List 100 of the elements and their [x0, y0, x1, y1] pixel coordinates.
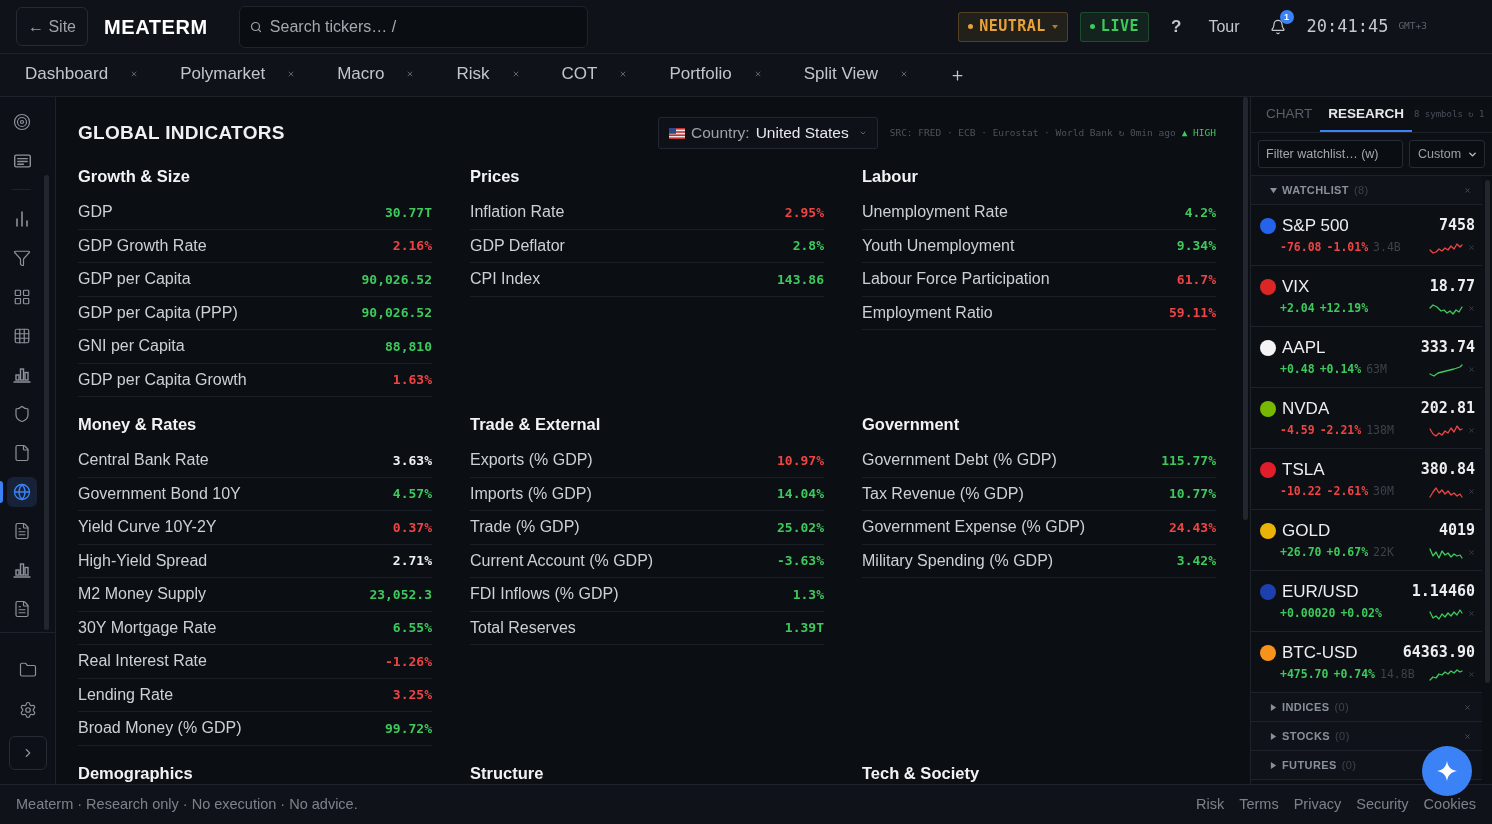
indicator-value: 4.2% [1184, 203, 1216, 222]
search-field[interactable]: Search tickers… / [238, 5, 588, 48]
footer-link[interactable]: Cookies [1423, 797, 1476, 812]
close-icon[interactable] [1468, 305, 1475, 312]
section-heading: Demographics [78, 763, 194, 783]
indicator-value: 25.02% [777, 518, 824, 537]
symbol-name[interactable]: GOLD [1282, 517, 1331, 544]
indicator-value: 0.37% [392, 518, 432, 537]
tab[interactable]: Split View [781, 54, 929, 96]
indicator-value: 4.57% [392, 485, 432, 503]
close-icon[interactable] [1468, 671, 1475, 678]
clock-time: 20:41:45 [1306, 14, 1389, 38]
quality-indicator: ▲ HIGH [1181, 125, 1216, 140]
indicator-label: Tax Revenue (% GDP) [862, 483, 1024, 504]
search-icon [249, 20, 262, 33]
symbol-name[interactable]: NVDA [1282, 395, 1330, 422]
bell-icon [1270, 18, 1286, 35]
country-select[interactable]: Country: United States [658, 117, 878, 149]
scrollbar-thumb[interactable] [1242, 97, 1248, 520]
scrollbar-thumb[interactable] [1484, 180, 1490, 683]
indicator-value: 10.77% [1169, 485, 1216, 503]
close-icon[interactable] [287, 70, 296, 78]
close-icon[interactable] [1464, 732, 1471, 740]
change-value: +26.70 [1280, 543, 1322, 561]
close-icon[interactable] [753, 70, 762, 78]
price-value: 202.81 [1420, 398, 1475, 420]
panel-tab[interactable]: RESEARCH [1320, 97, 1413, 132]
indicator-label: GDP Deflator [470, 235, 565, 256]
tour-button[interactable]: Tour [1208, 14, 1240, 39]
indicator-value: 88,810 [385, 337, 432, 356]
symbol-name[interactable]: AAPL [1282, 334, 1326, 361]
filter-field[interactable]: Filter watchlist… (w) [1258, 140, 1403, 168]
indicator-label: Youth Unemployment [862, 235, 1015, 256]
close-icon[interactable] [1468, 244, 1475, 251]
close-icon[interactable] [619, 70, 628, 78]
status-dropdown[interactable]: NEUTRAL [958, 11, 1068, 42]
symbol-name[interactable]: TSLA [1282, 456, 1325, 483]
close-icon[interactable] [1468, 610, 1475, 617]
tab[interactable]: COT [539, 54, 648, 96]
indicator-value: 3.42% [1176, 552, 1216, 570]
close-icon[interactable] [1468, 427, 1475, 434]
nav-button[interactable] [7, 476, 37, 507]
help-button[interactable]: ? [1171, 13, 1182, 40]
indicator-label: Yield Curve 10Y-2Y [78, 517, 217, 538]
symbol-name[interactable]: EUR/USD [1282, 578, 1359, 605]
section-heading: Trade & External [470, 415, 602, 434]
indicator-label: GDP [78, 202, 113, 223]
tab[interactable]: Macro [315, 54, 435, 96]
section-heading: Money & Rates [78, 415, 198, 434]
close-icon[interactable] [1468, 549, 1475, 556]
change-value: -4.59 [1280, 421, 1315, 439]
indicator-value: 115.77% [1161, 451, 1216, 470]
symbol-name[interactable]: S&P 500 [1282, 212, 1349, 239]
document-icon [13, 521, 31, 540]
indicator-label: 30Y Mortgage Rate [78, 617, 217, 638]
section-heading: Labour [862, 167, 919, 186]
tab[interactable]: Risk [434, 54, 540, 96]
sparkline [1429, 362, 1463, 377]
close-icon[interactable] [511, 70, 520, 78]
price-value: 64363.90 [1402, 642, 1475, 664]
indicator-label: High-Yield Spread [78, 550, 208, 571]
footer-link[interactable]: Terms [1239, 797, 1279, 812]
column-chart-icon [13, 561, 31, 578]
close-icon[interactable] [1468, 366, 1475, 373]
change-percent: +0.02% [1340, 604, 1382, 622]
indicator-label: CPI Index [470, 269, 541, 290]
indicator-label: Military Spending (% GDP) [862, 550, 1054, 571]
symbol-name[interactable]: BTC-USD [1282, 639, 1358, 666]
tab[interactable]: Portfolio [647, 54, 782, 96]
data-sources: SRC: FRED · ECB · Eurostat · World Bank ↻ 0min ago [889, 125, 1176, 140]
indicator-value: 24.43% [1169, 518, 1216, 537]
close-icon[interactable] [1468, 488, 1475, 495]
close-icon[interactable] [900, 70, 909, 78]
indicator-value: 9.34% [1176, 237, 1216, 255]
close-icon[interactable] [1464, 703, 1471, 711]
change-value: +0.48 [1280, 360, 1315, 378]
tab[interactable]: Dashboard [3, 54, 159, 96]
scrollbar-thumb[interactable] [44, 175, 50, 630]
list-select[interactable]: Custom [1409, 140, 1485, 168]
change-percent: +12.19% [1319, 299, 1369, 317]
column-chart-icon [13, 366, 31, 383]
shield-icon [13, 404, 31, 423]
footer-link[interactable]: Risk [1196, 797, 1225, 812]
close-icon[interactable] [1464, 186, 1471, 194]
symbol-name[interactable]: VIX [1282, 273, 1310, 300]
indicator-value: 1.39T [784, 619, 824, 637]
footer-link[interactable]: Security [1356, 797, 1409, 812]
sparkle-icon [1437, 761, 1457, 781]
change-percent: +0.14% [1319, 360, 1362, 378]
close-icon[interactable] [406, 70, 415, 78]
tab[interactable]: Polymarket [158, 54, 316, 96]
news-icon [13, 153, 31, 168]
indicator-label: Labour Force Participation [862, 269, 1050, 290]
change-percent: -1.01% [1326, 238, 1369, 256]
indicator-value: 2.16% [392, 237, 432, 255]
back-button[interactable]: ← Site [16, 7, 88, 46]
sparkline [1429, 667, 1463, 682]
add-tab-icon[interactable] [950, 67, 966, 83]
close-icon[interactable] [130, 70, 139, 78]
footer-link[interactable]: Privacy [1293, 797, 1342, 812]
